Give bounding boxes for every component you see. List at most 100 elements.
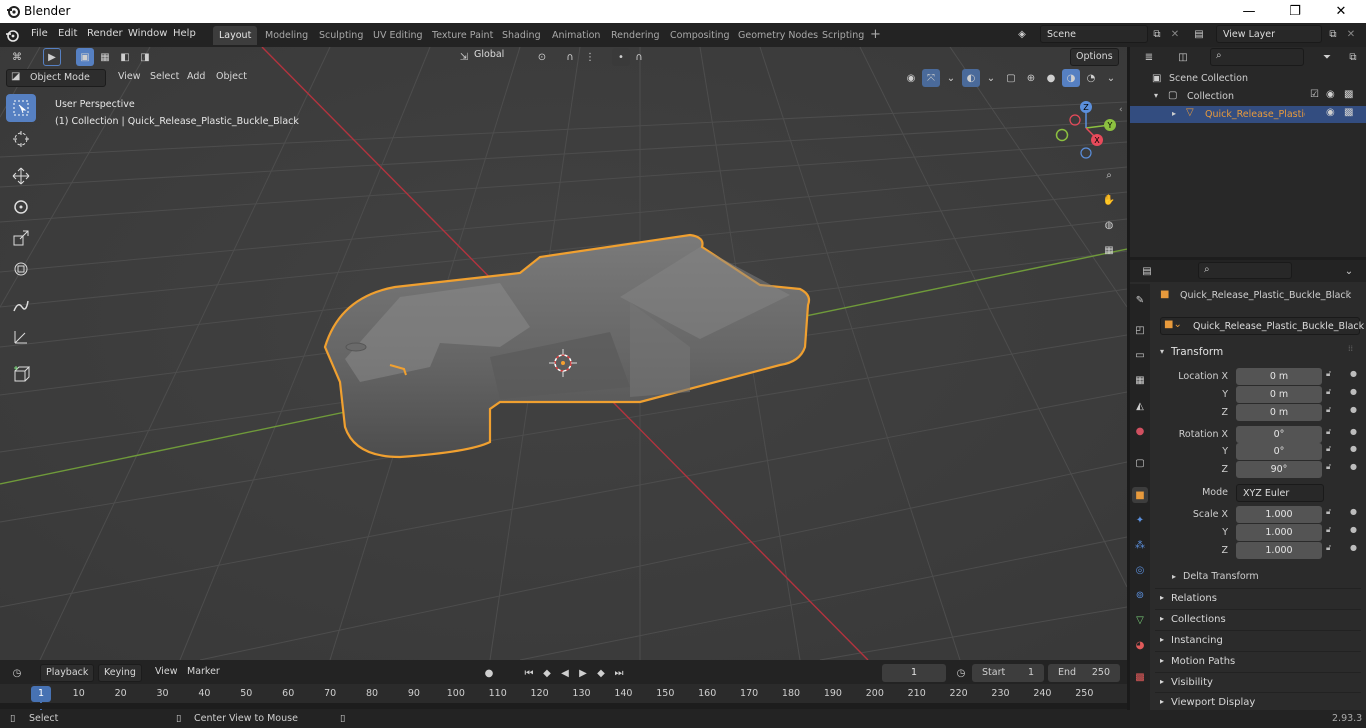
select-mode-icon[interactable]: ▶ xyxy=(43,48,61,66)
mesh-data-tab-icon[interactable]: ▽ xyxy=(1132,612,1148,628)
pan-hand-icon[interactable]: ✋ xyxy=(1098,189,1120,211)
move-tool-icon[interactable] xyxy=(6,162,36,190)
blender-menu-icon[interactable] xyxy=(5,28,19,42)
properties-search-field[interactable] xyxy=(1198,262,1292,279)
lock-rotation-x-icon[interactable]: 🔓︎ xyxy=(1326,427,1331,437)
panel-collections[interactable]: ▸ Collections xyxy=(1155,609,1361,629)
annotate-tool-icon[interactable] xyxy=(6,292,36,320)
object-mode-dropdown[interactable]: Object Mode xyxy=(6,69,106,87)
timeline-scrollbar[interactable] xyxy=(0,703,1127,709)
location-y-field[interactable]: 0 m xyxy=(1236,386,1322,403)
gizmo-toggle-icon[interactable]: ⤧ xyxy=(922,69,940,87)
panel-instancing[interactable]: ▸ Instancing xyxy=(1155,630,1361,650)
marker-menu[interactable]: Marker xyxy=(182,664,225,682)
render-tab-icon[interactable]: ◰ xyxy=(1132,322,1148,338)
keyframe-location-z-icon[interactable]: ● xyxy=(1350,405,1357,414)
new-view-layer-icon[interactable]: ⧉ xyxy=(1324,25,1342,43)
world-tab-icon[interactable]: ● xyxy=(1132,423,1148,439)
maximize-button[interactable]: ❐ xyxy=(1272,0,1318,23)
auto-keying-icon[interactable]: ● xyxy=(480,664,498,682)
object-datablock-icon[interactable]: ■⌄ xyxy=(1164,319,1182,330)
material-tab-icon[interactable]: ◕ xyxy=(1132,637,1148,653)
keyframe-scale-y-icon[interactable]: ● xyxy=(1350,525,1357,534)
delta-transform-expand-icon[interactable]: ▸ xyxy=(1172,572,1176,581)
object-tab-icon[interactable]: ■ xyxy=(1132,487,1148,503)
view-layer-tab-icon[interactable]: ▦ xyxy=(1132,372,1148,388)
scale-x-field[interactable]: 1.000 xyxy=(1236,506,1322,523)
overlays-toggle-icon[interactable]: ◐ xyxy=(962,69,980,87)
pivot-point-icon[interactable]: ⊙ xyxy=(533,48,551,66)
texture-tab-icon[interactable]: ▩ xyxy=(1132,669,1148,685)
select-new-icon[interactable]: ▣ xyxy=(76,48,94,66)
tab-texture-paint[interactable]: Texture Paint xyxy=(426,26,499,45)
scale-y-field[interactable]: 1.000 xyxy=(1236,524,1322,541)
keyframe-scale-z-icon[interactable]: ● xyxy=(1350,543,1357,552)
panel-drag-icon[interactable]: ⁞⁞ xyxy=(1348,344,1353,353)
select-menu[interactable]: Select xyxy=(145,69,184,87)
menu-help[interactable]: Help xyxy=(173,28,196,39)
rotation-z-field[interactable]: 90° xyxy=(1236,461,1322,478)
location-z-field[interactable]: 0 m xyxy=(1236,404,1322,421)
panel-visibility[interactable]: ▸ Visibility xyxy=(1155,672,1361,692)
jump-end-icon[interactable]: ⏭ xyxy=(610,664,628,682)
timeline-view-menu[interactable]: View xyxy=(150,664,183,682)
tab-geometry-nodes[interactable]: Geometry Nodes xyxy=(732,26,824,45)
tab-scripting[interactable]: Scripting xyxy=(816,26,870,45)
keying-menu[interactable]: Keying xyxy=(98,664,142,682)
add-cube-tool-icon[interactable] xyxy=(6,360,36,388)
keyframe-rotation-z-icon[interactable]: ● xyxy=(1350,462,1357,471)
collection-tab-icon[interactable]: ▢ xyxy=(1132,455,1148,471)
shading-solid-icon[interactable]: ● xyxy=(1042,69,1060,87)
menu-window[interactable]: Window xyxy=(128,28,167,39)
particles-tab-icon[interactable]: ⁂ xyxy=(1132,537,1148,553)
panel-relations[interactable]: ▸ Relations xyxy=(1155,588,1361,608)
options-dropdown[interactable]: Options xyxy=(1070,48,1119,66)
editor-type-icon[interactable]: ⌘ xyxy=(8,48,26,66)
toggle-ortho-grid-icon[interactable]: ▦ xyxy=(1098,239,1120,261)
view-layer-field[interactable]: View Layer xyxy=(1216,25,1322,43)
tab-uv-editing[interactable]: UV Editing xyxy=(367,26,429,45)
overlays-dropdown-icon[interactable]: ⌄ xyxy=(982,69,1000,87)
scene-selector-icon[interactable]: ◈ xyxy=(1013,25,1031,43)
outliner-search-field[interactable] xyxy=(1210,48,1304,66)
lock-location-x-icon[interactable]: 🔓︎ xyxy=(1326,369,1331,379)
output-tab-icon[interactable]: ▭ xyxy=(1132,347,1148,363)
constraints-tab-icon[interactable]: ⊚ xyxy=(1132,587,1148,603)
snap-icon[interactable]: ∩ xyxy=(561,48,579,66)
outliner-new-collection-icon[interactable]: ⧉ xyxy=(1344,48,1362,66)
rotation-x-field[interactable]: 0° xyxy=(1236,426,1322,443)
tab-sculpting[interactable]: Sculpting xyxy=(313,26,369,45)
tab-layout[interactable]: Layout xyxy=(213,26,258,45)
proportional-edit-icon[interactable]: • xyxy=(612,48,630,66)
navigation-gizmo[interactable]: Z Y X xyxy=(1052,97,1122,162)
scene-collection-label[interactable]: Scene Collection xyxy=(1169,73,1248,84)
cursor-tool-icon[interactable] xyxy=(6,125,36,153)
menu-edit[interactable]: Edit xyxy=(58,28,77,39)
view-menu[interactable]: View xyxy=(113,69,146,87)
properties-editor-type-icon[interactable]: ▤ xyxy=(1138,262,1156,280)
scene-tab-icon[interactable]: ◭ xyxy=(1132,398,1148,414)
play-reverse-icon[interactable]: ◀ xyxy=(556,664,574,682)
outliner-filter-icon[interactable]: ⏷ xyxy=(1318,48,1336,66)
new-scene-icon[interactable]: ⧉ xyxy=(1148,25,1166,43)
lock-location-z-icon[interactable]: 🔓︎ xyxy=(1326,405,1331,415)
collection-checkbox-icon[interactable]: ☑ xyxy=(1310,89,1319,100)
panel-viewport-display[interactable]: ▸ Viewport Display xyxy=(1155,692,1361,710)
object-render-icon[interactable]: ▩ xyxy=(1344,107,1353,118)
gizmo-dropdown-icon[interactable]: ⌄ xyxy=(942,69,960,87)
transform-collapse-icon[interactable]: ▾ xyxy=(1160,347,1164,356)
lock-rotation-z-icon[interactable]: 🔓︎ xyxy=(1326,462,1331,472)
lock-scale-x-icon[interactable]: 🔓︎ xyxy=(1326,507,1331,517)
3d-viewport[interactable] xyxy=(0,47,1127,660)
tool-tab-icon[interactable]: ✎ xyxy=(1132,292,1148,308)
transform-tool-icon[interactable] xyxy=(6,255,36,283)
add-menu[interactable]: Add xyxy=(182,69,210,87)
play-icon[interactable]: ▶ xyxy=(574,664,592,682)
transform-orientation-dropdown[interactable]: Global xyxy=(474,49,524,65)
timeline-editor-type-icon[interactable]: ◷ xyxy=(8,664,26,682)
outliner-object-label[interactable]: Quick_Release_Plastic_B xyxy=(1205,109,1305,120)
delete-view-layer-icon[interactable]: ✕ xyxy=(1342,25,1360,43)
outliner-display-mode-icon[interactable]: ◫ xyxy=(1174,48,1192,66)
select-subtract-icon[interactable]: ◧ xyxy=(116,48,134,66)
rotate-tool-icon[interactable] xyxy=(6,193,36,221)
